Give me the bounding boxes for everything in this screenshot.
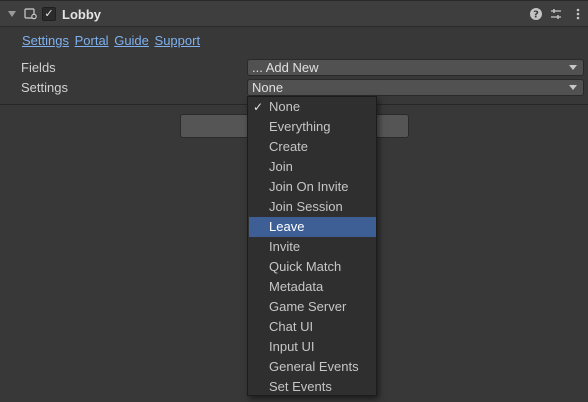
help-icon[interactable]: ? (529, 7, 543, 21)
menu-item-label: Join Session (269, 199, 343, 214)
guide-link[interactable]: Guide (114, 33, 149, 48)
foldout-arrow-icon[interactable] (8, 11, 16, 17)
menu-item-label: Join On Invite (269, 179, 349, 194)
support-link[interactable]: Support (155, 33, 201, 48)
help-links: Settings Portal Guide Support (22, 33, 202, 48)
menu-item-game-server[interactable]: Game Server (249, 297, 376, 317)
fields-dropdown[interactable]: ... Add New (247, 59, 584, 76)
menu-item-invite[interactable]: Invite (249, 237, 376, 257)
menu-item-label: Chat UI (269, 319, 314, 334)
menu-item-metadata[interactable]: Metadata (249, 277, 376, 297)
menu-item-label: Leave (269, 219, 305, 234)
menu-item-label: Join (269, 159, 293, 174)
menu-item-join[interactable]: Join (249, 157, 376, 177)
portal-link[interactable]: Portal (75, 33, 109, 48)
settings-link[interactable]: Settings (22, 33, 69, 48)
menu-item-label: Invite (269, 239, 301, 254)
settings-label: Settings (21, 80, 68, 95)
more-options-icon[interactable] (571, 7, 585, 21)
menu-item-label: Game Server (269, 299, 347, 314)
presets-sliders-icon[interactable] (549, 7, 563, 21)
settings-dropdown[interactable]: None (247, 79, 584, 96)
component-title: Lobby (62, 7, 101, 22)
component-script-icon (24, 8, 37, 20)
menu-item-label: Quick Match (269, 259, 342, 274)
menu-item-chat-ui[interactable]: Chat UI (249, 317, 376, 337)
dropdown-arrow-icon (569, 85, 577, 90)
menu-item-label: Input UI (269, 339, 315, 354)
menu-item-everything[interactable]: Everything (249, 117, 376, 137)
menu-item-label: Everything (269, 119, 331, 134)
menu-item-join-session[interactable]: Join Session (249, 197, 376, 217)
menu-item-label: Set Events (269, 379, 332, 394)
settings-dropdown-menu: ✓ None Everything Create Join Join On In… (247, 96, 377, 396)
component-enabled-checkbox[interactable]: ✓ (42, 7, 56, 21)
checkmark-icon: ✓ (253, 100, 264, 114)
menu-item-none[interactable]: ✓ None (249, 97, 376, 117)
menu-item-leave[interactable]: Leave (249, 217, 376, 237)
menu-item-quick-match[interactable]: Quick Match (249, 257, 376, 277)
menu-item-label: Create (269, 139, 309, 154)
menu-item-join-on-invite[interactable]: Join On Invite (249, 177, 376, 197)
inspector-panel: ✓ Lobby ? Settings Portal Guide Support … (0, 0, 588, 402)
menu-item-general-events[interactable]: General Events (249, 357, 376, 377)
dropdown-arrow-icon (569, 65, 577, 70)
menu-item-label: General Events (269, 359, 359, 374)
fields-label: Fields (21, 60, 56, 75)
fields-dropdown-value: ... Add New (252, 60, 319, 75)
menu-item-label: Metadata (269, 279, 324, 294)
settings-dropdown-value: None (252, 80, 284, 95)
svg-text:?: ? (533, 10, 539, 21)
menu-item-set-events[interactable]: Set Events (249, 377, 376, 397)
component-header[interactable]: ✓ Lobby ? (0, 0, 588, 27)
menu-item-input-ui[interactable]: Input UI (249, 337, 376, 357)
menu-item-label: None (269, 99, 301, 114)
menu-item-create[interactable]: Create (249, 137, 376, 157)
